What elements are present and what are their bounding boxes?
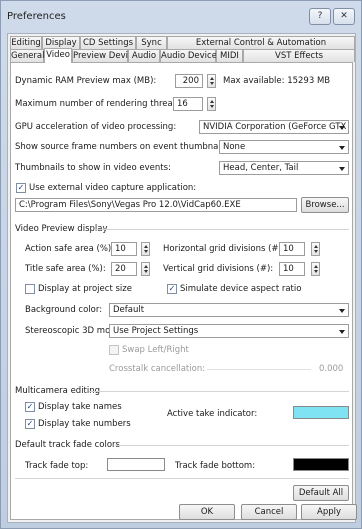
swap-label: Swap Left/Right [122,345,189,355]
default-all-button[interactable]: Default All [293,485,349,501]
divider [115,445,349,446]
v-grid-input[interactable]: 10 [279,262,305,276]
frame-numbers-select[interactable]: None [219,140,349,154]
stereo-value: Use Project Settings [113,326,199,336]
ram-available-text: Max available: 15293 MB [223,76,331,86]
stereo-select[interactable]: Use Project Settings [109,324,349,338]
window-title: Preferences [7,11,66,22]
ram-preview-spinner[interactable] [207,74,216,88]
fade-top-label: Track fade top: [25,461,89,471]
gpu-select-value: NVIDIA Corporation (GeForce GTX [203,122,347,132]
thumbnails-label: Thumbnails to show in video events: [15,163,171,173]
tab-audio[interactable]: Audio [128,49,160,62]
help-button[interactable]: ? [309,8,331,25]
apply-button[interactable]: Apply [301,504,357,520]
swap-checkbox [109,345,119,355]
threads-input[interactable]: 16 [173,97,203,111]
bg-color-select[interactable]: Default [109,303,349,317]
h-grid-spinner[interactable] [311,242,320,256]
chevron-down-icon [339,309,345,313]
v-grid-spinner[interactable] [311,262,320,276]
fades-section-label: Default track fade colors [15,440,120,450]
frame-numbers-value: None [223,142,246,152]
fade-bottom-swatch[interactable] [293,458,349,471]
tab-sync[interactable]: Sync [136,36,167,49]
ram-preview-label: Dynamic RAM Preview max (MB): [15,76,157,86]
tab-preview-device[interactable]: Preview Device [72,49,138,62]
title-safe-input[interactable]: 20 [111,262,137,276]
take-names-checkbox[interactable]: ✓ [25,402,35,412]
title-safe-spinner[interactable] [141,262,150,276]
h-grid-label: Horizontal grid divisions (#): [163,244,285,254]
tab-audio-device[interactable]: Audio Device [160,49,217,62]
take-numbers-checkbox[interactable]: ✓ [25,419,35,429]
bg-color-value: Default [113,305,145,315]
threads-label: Maximum number of rendering threads: [15,99,186,109]
active-indicator-swatch[interactable] [293,406,349,419]
tab-cd-settings[interactable]: CD Settings [80,36,136,49]
use-external-checkbox[interactable]: ✓ [16,183,26,193]
thumbnails-value: Head, Center, Tail [223,163,299,173]
project-size-label: Display at project size [38,284,132,294]
fade-bottom-label: Track fade bottom: [175,461,256,471]
action-safe-label: Action safe area (%): [25,244,115,254]
chevron-down-icon [339,126,345,130]
divider [15,478,349,479]
divider [89,391,349,392]
crosstalk-label: Crosstalk cancellation: [109,364,206,374]
h-grid-input[interactable]: 10 [279,242,305,256]
fade-top-swatch[interactable] [107,458,165,471]
divider [95,229,349,230]
thumbnails-select[interactable]: Head, Center, Tail [219,161,349,175]
video-tab-panel: Dynamic RAM Preview max (MB): 200 Max av… [10,62,353,520]
tab-vst-effects[interactable]: VST Effects [243,49,355,62]
dialog-body: Editing Display CD Settings Sync Externa… [7,33,356,523]
preview-section-label: Video Preview display [15,224,108,234]
chevron-down-icon [339,146,345,150]
ram-preview-input[interactable]: 200 [175,74,203,88]
tab-general[interactable]: General [10,49,45,62]
tab-editing[interactable]: Editing [10,36,42,49]
preferences-window: Preferences ? ✕ Editing Display CD Setti… [0,0,362,529]
close-button[interactable]: ✕ [333,8,355,25]
cancel-button[interactable]: Cancel [241,504,297,520]
v-grid-label: Vertical grid divisions (#): [163,264,274,274]
frame-numbers-label: Show source frame numbers on event thumb… [15,142,243,152]
tab-midi[interactable]: MIDI [216,49,243,62]
bg-color-label: Background color: [25,305,103,315]
threads-spinner[interactable] [207,97,216,111]
aspect-ratio-checkbox[interactable]: ✓ [167,284,177,294]
take-numbers-label: Display take numbers [38,419,131,429]
crosstalk-slider [207,369,311,370]
gpu-select[interactable]: NVIDIA Corporation (GeForce GTX [199,120,349,134]
crosstalk-value: 0.000 [319,364,344,374]
project-size-checkbox[interactable] [25,284,35,294]
chevron-down-icon [339,330,345,334]
multicam-section-label: Multicamera editing [15,386,101,396]
action-safe-spinner[interactable] [141,242,150,256]
chevron-down-icon [339,167,345,171]
ok-button[interactable]: OK [179,504,235,520]
take-names-label: Display take names [38,402,122,412]
aspect-ratio-label: Simulate device aspect ratio [180,284,302,294]
title-bar[interactable]: Preferences ? ✕ [1,1,361,31]
browse-button[interactable]: Browse... [301,197,349,213]
gpu-label: GPU acceleration of video processing: [15,122,177,132]
tab-external-control[interactable]: External Control & Automation [167,36,355,49]
tab-video[interactable]: Video [44,48,72,63]
external-path-input[interactable]: C:\Program Files\Sony\Vegas Pro 12.0\Vid… [15,198,297,212]
use-external-label: Use external video capture application: [29,183,197,193]
action-safe-input[interactable]: 10 [111,242,137,256]
title-safe-label: Title safe area (%): [25,264,106,274]
active-indicator-label: Active take indicator: [167,409,258,419]
